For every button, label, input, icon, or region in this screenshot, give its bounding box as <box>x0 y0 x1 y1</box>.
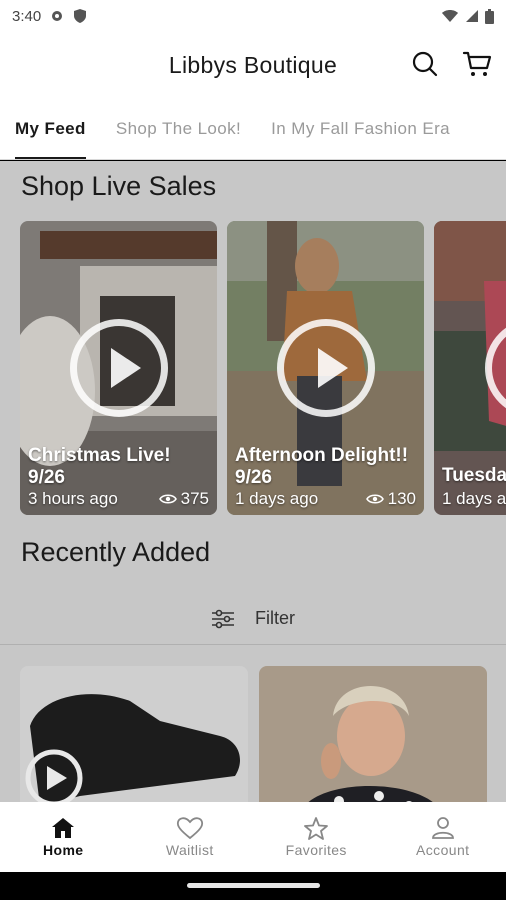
home-indicator[interactable] <box>187 883 320 888</box>
live-sale-meta: 1 days a <box>442 489 506 509</box>
app-bar: Libbys Boutique <box>0 32 506 98</box>
nav-home-label: Home <box>43 842 84 858</box>
live-sale-views: 375 <box>158 489 209 509</box>
live-sale-time: 1 days a <box>442 489 506 508</box>
live-sale-meta: 3 hours ago 375 <box>28 489 209 509</box>
product-card[interactable] <box>259 666 487 802</box>
live-sale-card[interactable]: Afternoon Delight!! 9/26 1 days ago 130 <box>227 221 424 515</box>
live-sale-card[interactable]: Christmas Live! 9/26 3 hours ago 375 <box>20 221 217 515</box>
live-sale-meta: 1 days ago 130 <box>235 489 416 509</box>
search-icon <box>412 51 438 77</box>
product-image <box>259 666 487 802</box>
play-icon <box>276 319 375 417</box>
feed-tabs: My Feed Shop The Look! In My Fall Fashio… <box>0 98 506 160</box>
live-sale-time: 1 days ago <box>235 489 319 508</box>
eye-icon <box>365 494 384 504</box>
live-sales-title: Shop Live Sales <box>21 171 217 201</box>
recently-added-title: Recently Added <box>21 537 211 567</box>
live-sales-carousel: Christmas Live! 9/26 3 hours ago 375 Aft… <box>20 221 506 517</box>
bottom-nav: Home Waitlist Favorites Account <box>0 802 506 872</box>
tab-shop-the-look[interactable]: Shop The Look! <box>101 98 256 159</box>
eye-icon <box>158 494 177 504</box>
wifi-icon <box>442 10 458 22</box>
status-time: 3:40 <box>12 7 42 25</box>
heart-icon <box>176 817 203 840</box>
filter-button[interactable]: Filter <box>0 593 506 645</box>
live-sale-view-count: 130 <box>387 489 416 508</box>
nav-waitlist[interactable]: Waitlist <box>127 802 254 872</box>
product-card[interactable] <box>20 666 248 802</box>
filter-sliders-icon <box>212 609 234 628</box>
settings-icon <box>52 11 63 21</box>
live-sale-view-count: 375 <box>180 489 209 508</box>
live-sale-title: Tuesda <box>442 465 506 486</box>
search-button[interactable] <box>410 49 440 79</box>
home-icon <box>52 818 75 838</box>
nav-favorites-label: Favorites <box>285 842 347 858</box>
live-sale-card[interactable]: Tuesda 1 days a <box>434 221 506 515</box>
shield-icon <box>74 9 87 23</box>
product-image <box>20 666 248 802</box>
nav-account[interactable]: Account <box>380 802 506 872</box>
nav-favorites[interactable]: Favorites <box>253 802 380 872</box>
tab-fall-fashion-era[interactable]: In My Fall Fashion Era <box>256 98 465 159</box>
nav-waitlist-label: Waitlist <box>165 842 214 858</box>
person-icon <box>431 817 454 839</box>
signal-icon <box>466 10 478 22</box>
live-sale-title: Christmas Live! 9/26 <box>28 445 171 488</box>
live-sale-title: Afternoon Delight!! 9/26 <box>235 445 409 488</box>
live-sale-time: 3 hours ago <box>28 489 118 508</box>
gesture-bar <box>0 872 506 900</box>
battery-icon <box>485 8 494 24</box>
nav-home[interactable]: Home <box>0 802 127 872</box>
cart-icon <box>462 51 492 76</box>
status-bar: 3:40 <box>0 0 506 32</box>
cart-button[interactable] <box>462 49 492 79</box>
tab-my-feed[interactable]: My Feed <box>0 98 101 159</box>
app-title: Libbys Boutique <box>168 51 338 78</box>
nav-account-label: Account <box>416 842 470 858</box>
play-icon <box>69 319 168 417</box>
feed-content: Shop Live Sales Christmas Live! 9/26 3 h… <box>0 161 506 802</box>
filter-label: Filter <box>255 608 295 628</box>
live-sale-views: 130 <box>365 489 416 509</box>
star-icon <box>304 817 329 840</box>
